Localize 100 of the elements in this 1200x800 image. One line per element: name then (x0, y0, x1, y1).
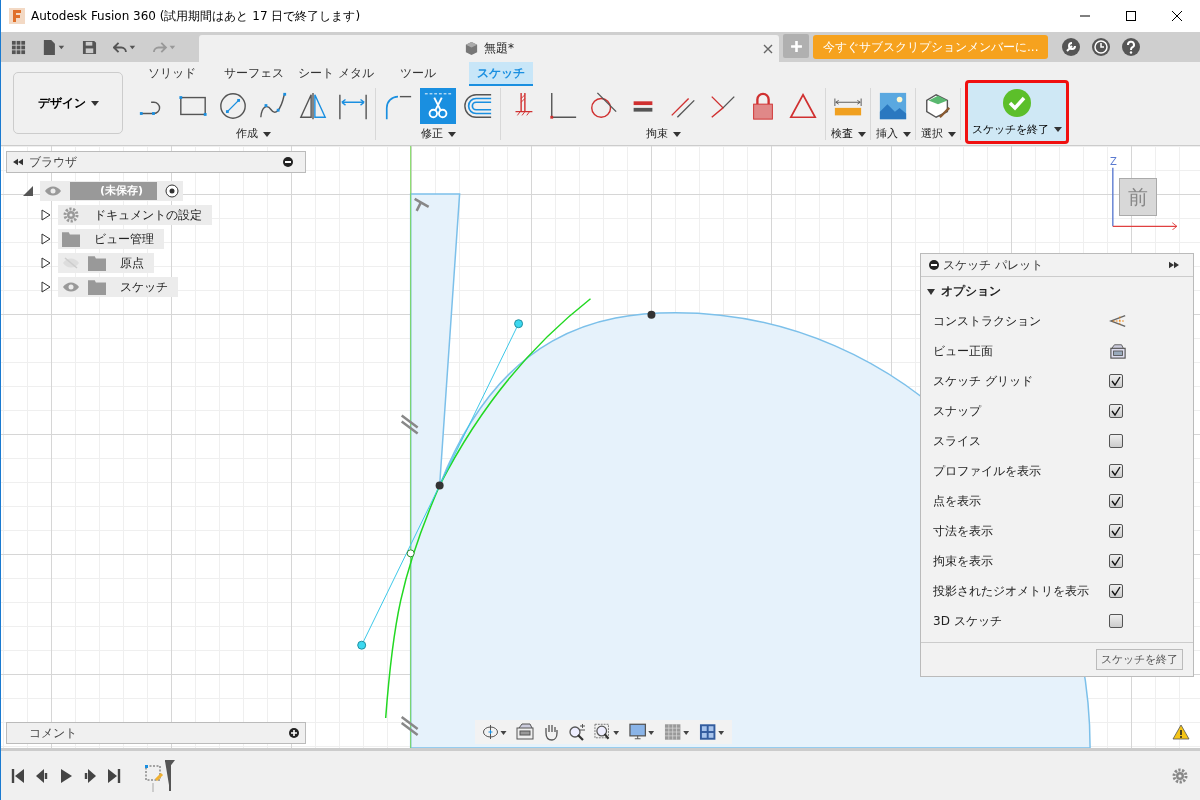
display-icon[interactable] (629, 723, 656, 741)
tool-group-menu[interactable]: 選択 (920, 126, 956, 141)
expand-icon[interactable] (22, 185, 34, 197)
option-label: 投影されたジオメトリを表示 (933, 582, 1090, 600)
maximize-icon[interactable] (1125, 10, 1137, 22)
clock-icon[interactable] (1091, 37, 1112, 57)
tool-group-menu[interactable]: 検査 (830, 126, 866, 141)
constraint-icon (413, 197, 430, 213)
finish-sketch-button[interactable]: スケッチを終了 (1096, 649, 1183, 670)
settings-icon[interactable] (1172, 767, 1188, 784)
check-icon (1002, 87, 1032, 118)
step-forward-icon[interactable] (83, 767, 97, 784)
checkbox[interactable] (1109, 554, 1123, 568)
sketch-point (647, 310, 656, 319)
trim-tool-icon[interactable] (420, 88, 456, 124)
tool-group-menu[interactable]: 修正 (420, 126, 456, 141)
window-title: Autodesk Fusion 360 (試用期間はあと 17 日で終了します) (31, 7, 361, 25)
option-label: プロファイルを表示 (933, 462, 1042, 480)
expand-icon[interactable] (40, 209, 52, 221)
section-header[interactable]: オプション (921, 277, 1193, 306)
checkbox[interactable] (1109, 524, 1123, 538)
wrench-icon[interactable] (1061, 37, 1082, 57)
caret-icon (947, 131, 956, 137)
browser-item[interactable]: スケッチ (58, 277, 178, 297)
cube-icon (464, 41, 479, 56)
look-at-icon[interactable] (516, 723, 534, 741)
caret-icon (447, 131, 456, 137)
orbit-icon[interactable] (481, 723, 508, 741)
checkbox[interactable] (1109, 464, 1123, 478)
help-icon[interactable] (1121, 37, 1142, 57)
save-icon[interactable] (82, 39, 97, 55)
caret-icon (262, 131, 271, 137)
viewports-icon[interactable] (699, 723, 726, 741)
expand-icon[interactable] (40, 257, 52, 269)
construction-icon[interactable] (1109, 313, 1127, 329)
expand-icon[interactable] (40, 281, 52, 293)
checkbox[interactable] (1109, 584, 1123, 598)
folder-icon (62, 231, 80, 247)
handle-point[interactable] (357, 640, 367, 650)
radio-icon[interactable] (165, 184, 180, 198)
checkbox[interactable] (1109, 614, 1123, 628)
expand-icon[interactable] (1169, 260, 1179, 270)
handle-point[interactable] (514, 319, 524, 329)
minus-icon[interactable] (929, 260, 939, 270)
caret-icon (672, 131, 681, 137)
add-icon[interactable] (289, 728, 299, 738)
ribbon-tab[interactable]: シート メタル (295, 62, 377, 86)
option-label: スライス (933, 432, 982, 450)
minus-icon[interactable] (283, 157, 293, 167)
caret-icon (927, 288, 935, 295)
checkbox[interactable] (1109, 404, 1123, 418)
ribbon-tab[interactable]: ツール (377, 62, 459, 86)
panel-title: ブラウザ (29, 153, 77, 171)
collapse-icon[interactable] (13, 157, 23, 167)
tool-group-menu[interactable]: 作成 (235, 126, 271, 141)
caret-icon (90, 100, 99, 106)
checkbox[interactable] (1109, 434, 1123, 448)
checkbox[interactable] (1109, 494, 1123, 508)
ribbon-tab[interactable]: ソリッド (131, 62, 213, 86)
sketch-feature-icon[interactable] (143, 758, 175, 793)
axis-label: Z (1110, 156, 1117, 167)
workspace-button[interactable]: デザイン (13, 72, 123, 134)
skip-start-icon[interactable] (11, 767, 25, 784)
caret-icon (902, 131, 911, 137)
option-label: スケッチ グリッド (933, 372, 1034, 390)
folder-icon (88, 255, 106, 271)
sketch-point (435, 481, 444, 490)
tool-group-menu[interactable]: 拘束 (645, 126, 681, 141)
ribbon-tab[interactable]: サーフェス (213, 62, 295, 86)
caret-icon (1054, 127, 1062, 132)
zoom-icon[interactable] (568, 723, 586, 741)
close-icon[interactable] (1171, 10, 1183, 22)
browser-item[interactable]: ビュー管理 (58, 229, 164, 249)
finish-sketch-button[interactable]: スケッチを終了 (965, 80, 1069, 144)
skip-end-icon[interactable] (107, 767, 121, 784)
look-at-icon[interactable] (1109, 343, 1127, 359)
checkbox[interactable] (1109, 374, 1123, 388)
step-back-icon[interactable] (35, 767, 49, 784)
grid-icon[interactable] (664, 723, 691, 741)
play-icon[interactable] (59, 767, 73, 784)
zoom-window-icon[interactable] (594, 723, 621, 741)
hand-icon[interactable] (542, 723, 560, 741)
warning-icon[interactable] (1172, 724, 1190, 740)
caret-icon (857, 131, 866, 137)
constraint-icon (400, 715, 419, 737)
app-grid-icon[interactable] (11, 39, 26, 55)
browser-item[interactable]: ドキュメントの設定 (58, 205, 212, 225)
file-icon[interactable] (42, 39, 66, 55)
option-label: ビュー正面 (933, 342, 994, 360)
tool-group-menu[interactable]: 挿入 (875, 126, 911, 141)
folder-icon (88, 279, 106, 295)
option-label: コンストラクション (933, 312, 1042, 330)
sketch-point (406, 549, 415, 558)
option-label: 寸法を表示 (933, 522, 994, 540)
document-title: 無題* (484, 40, 514, 57)
app-logo-icon (9, 8, 25, 24)
option-label: 点を表示 (933, 492, 982, 510)
expand-icon[interactable] (40, 233, 52, 245)
document-tab[interactable]: 無題* (199, 35, 779, 62)
browser-item[interactable]: 原点 (58, 253, 154, 273)
